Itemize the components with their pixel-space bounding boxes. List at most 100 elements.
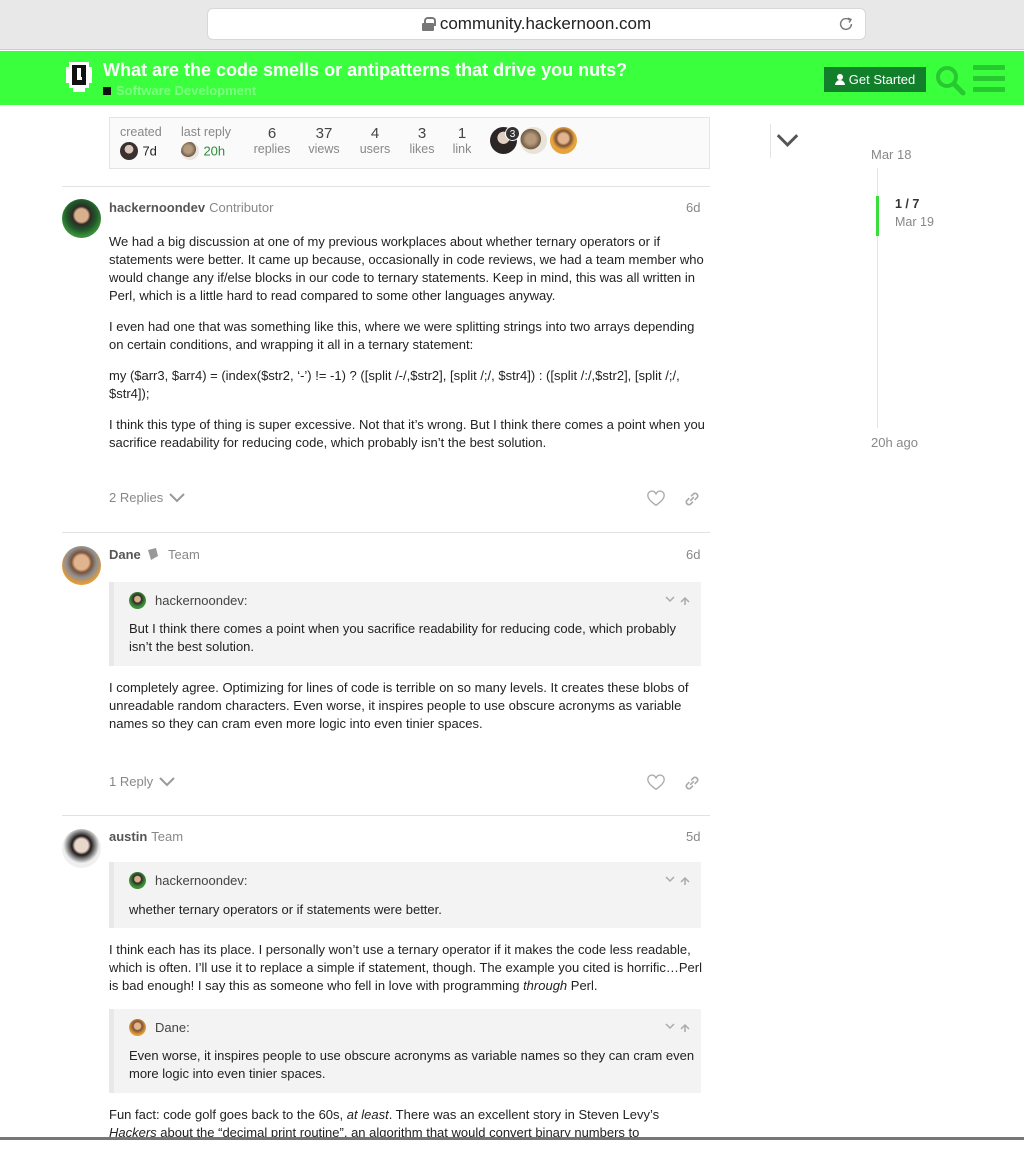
like-heart-icon[interactable]: [647, 490, 665, 508]
austin-avatar[interactable]: [62, 829, 101, 868]
quote-expand-controls[interactable]: [665, 874, 691, 888]
quote-text: But I think there comes a point when you…: [129, 621, 677, 654]
post-date[interactable]: 5d: [686, 829, 700, 844]
dane-avatar[interactable]: [62, 546, 101, 585]
created-value: 7d: [142, 143, 157, 159]
quote-avatar: [129, 592, 146, 609]
paragraph-text: I think each has its place. I personally…: [109, 942, 702, 993]
users-count: 4: [370, 125, 380, 142]
lock-icon: [421, 17, 436, 31]
timeline-start-date[interactable]: Mar 18: [871, 147, 911, 162]
quote-text: whether ternary operators or if statemen…: [129, 902, 442, 917]
hackernoondev-avatar[interactable]: [62, 199, 101, 238]
views-stat: 37 views: [305, 125, 343, 156]
shield-icon: [148, 548, 159, 560]
site-header: What are the code smells or antipatterns…: [0, 51, 1024, 105]
replies-count-label: 1 Reply: [109, 774, 154, 789]
url-text: community.hackernoon.com: [439, 14, 652, 33]
author-title: Team: [168, 547, 200, 562]
topic-title[interactable]: What are the code smells or antipatterns…: [103, 60, 627, 81]
expand-topic-map-chevron-icon[interactable]: [770, 124, 804, 158]
get-started-label: Get Started: [848, 72, 916, 87]
share-link-icon[interactable]: [683, 490, 701, 508]
category-link[interactable]: Software Development: [103, 83, 256, 98]
get-started-button[interactable]: Get Started: [824, 67, 926, 92]
quote-author: Dane:: [155, 1020, 190, 1035]
replies-count: 6: [267, 125, 277, 142]
post-actions: 2 Replies: [109, 490, 709, 510]
quote-expand-controls[interactable]: [665, 1021, 691, 1035]
post-body: I think each has its place. I personally…: [109, 941, 709, 1008]
participant-avatar[interactable]: [520, 127, 547, 154]
participant-avatar[interactable]: [550, 127, 577, 154]
hamburger-menu-icon[interactable]: [973, 65, 1005, 93]
hackernoon-logo[interactable]: [64, 59, 94, 95]
post-paragraph: I think this type of thing is super exce…: [109, 417, 705, 450]
quote-toggle-icon[interactable]: [665, 875, 691, 885]
post-date[interactable]: 6d: [686, 200, 700, 215]
quote-block: hackernoondev: But I think there comes a…: [109, 582, 701, 666]
chevron-down-icon: [159, 776, 175, 786]
quote-header[interactable]: hackernoondev:: [129, 872, 248, 889]
quote-header[interactable]: Dane:: [129, 1019, 190, 1036]
replies-stat: 6 replies: [251, 125, 293, 156]
last-replier-avatar[interactable]: [181, 142, 199, 160]
author-title: Contributor: [209, 200, 274, 215]
paragraph-text: Fun fact: code golf goes back to the 60s…: [109, 1107, 347, 1122]
views-count: 37: [315, 125, 333, 142]
show-replies-button[interactable]: 1 Reply: [109, 774, 175, 789]
link-count: 1: [457, 125, 467, 142]
quote-avatar: [129, 872, 146, 889]
timeline-position-date: Mar 19: [895, 215, 934, 229]
post-count-badge: 3: [505, 126, 520, 141]
chevron-down-icon: [169, 492, 185, 502]
users-stat: 4 users: [357, 125, 393, 156]
replies-label: replies: [253, 142, 291, 156]
quote-text: Even worse, it inspires people to use ob…: [129, 1048, 695, 1081]
reload-icon[interactable]: [837, 15, 855, 33]
post-author[interactable]: hackernoondev Contributor: [109, 200, 273, 215]
quote-toggle-icon[interactable]: [665, 595, 691, 605]
views-label: views: [308, 142, 340, 156]
author-title: Team: [151, 829, 184, 844]
post-author[interactable]: Dane Team: [109, 547, 200, 562]
post-body: Fun fact: code golf goes back to the 60s…: [109, 1106, 709, 1155]
author-name: hackernoondev: [109, 200, 206, 215]
paragraph-text: . There was an excellent story in Steven…: [388, 1107, 660, 1122]
last-reply-stat[interactable]: last reply 20h: [181, 125, 231, 160]
show-replies-button[interactable]: 2 Replies: [109, 490, 185, 505]
likes-label: likes: [409, 142, 435, 156]
topic-map: created 7d last reply 20h 6 replies 37 v…: [109, 117, 799, 169]
emphasis-text: at least: [346, 1107, 389, 1122]
post-divider: [62, 532, 710, 533]
link-label: link: [452, 142, 472, 156]
quote-avatar: [129, 1019, 146, 1036]
last-reply-label: last reply: [181, 125, 232, 139]
post-paragraph: I even had one that was something like t…: [109, 319, 695, 352]
emphasis-text: through: [523, 978, 568, 993]
search-icon[interactable]: [934, 64, 966, 96]
quote-header[interactable]: hackernoondev:: [129, 592, 248, 609]
like-heart-icon[interactable]: [647, 774, 665, 792]
quote-expand-controls[interactable]: [665, 594, 691, 608]
quote-toggle-icon[interactable]: [665, 1022, 691, 1032]
replies-count-label: 2 Replies: [109, 490, 164, 505]
likes-count: 3: [417, 125, 427, 142]
link-stat[interactable]: 1 link: [448, 125, 476, 156]
paragraph-text: Perl.: [567, 978, 598, 993]
quote-author: hackernoondev:: [155, 873, 248, 888]
post-author[interactable]: austin Team: [109, 829, 183, 844]
post-divider: [62, 186, 710, 187]
timeline-handle[interactable]: [876, 196, 879, 236]
post-date[interactable]: 6d: [686, 547, 700, 562]
quote-block: Dane: Even worse, it inspires people to …: [109, 1009, 701, 1093]
address-bar[interactable]: community.hackernoon.com: [207, 8, 866, 40]
post-paragraph: I think each has its place. I personally…: [109, 941, 709, 995]
post-paragraph: We had a big discussion at one of my pre…: [109, 234, 704, 303]
created-stat[interactable]: created 7d: [120, 125, 162, 160]
share-link-icon[interactable]: [683, 774, 701, 792]
creator-avatar[interactable]: [120, 142, 138, 160]
post-body: I completely agree. Optimizing for lines…: [109, 679, 709, 746]
timeline-end-date[interactable]: 20h ago: [871, 435, 918, 450]
post-divider: [62, 815, 710, 816]
